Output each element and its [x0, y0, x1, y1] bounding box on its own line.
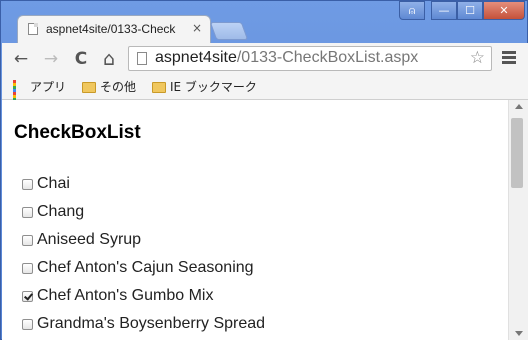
- checkbox-item[interactable]: Chai: [22, 170, 265, 198]
- checkbox-item[interactable]: Aniseed Syrup: [22, 226, 265, 254]
- scroll-thumb[interactable]: [511, 118, 523, 188]
- toolbar: ← → C ⌂ aspnet4site/0133-CheckBoxList.as…: [2, 43, 528, 75]
- apps-icon: [13, 80, 26, 107]
- menu-icon[interactable]: [498, 49, 520, 69]
- checkbox-item[interactable]: Grandma's Boysenberry Spread: [22, 310, 265, 338]
- bookmark-apps[interactable]: アプリ: [13, 78, 67, 107]
- page-title: CheckBoxList: [14, 122, 141, 143]
- checkbox[interactable]: [22, 234, 33, 246]
- url-host: aspnet4site: [155, 49, 237, 66]
- bookmark-label: アプリ: [30, 80, 67, 94]
- bookmark-folder-other[interactable]: その他: [82, 78, 136, 95]
- page-content: CheckBoxList Chai Chang Aniseed Syrup Chef …: [2, 100, 508, 340]
- bookmark-label: IE ブックマーク: [170, 80, 257, 94]
- bookmark-label: その他: [100, 80, 137, 94]
- forward-icon[interactable]: →: [40, 48, 62, 70]
- close-window-button[interactable]: ✕: [483, 1, 525, 20]
- new-tab-button[interactable]: [209, 22, 249, 40]
- checkbox-label[interactable]: Grandma's Boysenberry Spread: [37, 315, 265, 333]
- checkbox[interactable]: [22, 262, 33, 274]
- tab-close-icon[interactable]: ×: [192, 21, 202, 35]
- checkbox-label[interactable]: Chef Anton's Cajun Seasoning: [37, 259, 254, 277]
- checkbox-item[interactable]: Chang: [22, 198, 265, 226]
- scroll-down-icon[interactable]: [515, 331, 523, 336]
- checkbox[interactable]: [22, 206, 33, 218]
- checkbox[interactable]: [22, 318, 33, 330]
- checkbox-label[interactable]: Aniseed Syrup: [37, 231, 141, 249]
- tab-title: aspnet4site/0133-Check: [46, 22, 176, 36]
- minimize-button[interactable]: —: [431, 1, 457, 20]
- checkbox-label[interactable]: Chang: [37, 203, 84, 221]
- page-icon: [137, 52, 147, 65]
- vertical-scrollbar[interactable]: [508, 100, 528, 340]
- bookmarks-bar: アプリ その他 IE ブックマーク: [2, 75, 528, 107]
- bookmark-folder-ie[interactable]: IE ブックマーク: [152, 78, 257, 95]
- checkbox[interactable]: [22, 290, 33, 302]
- checkbox-label[interactable]: Chai: [37, 175, 70, 193]
- checkbox[interactable]: [22, 178, 33, 190]
- browser-window: aspnet4site/0133-Check × ⍝ — ☐ ✕ ← → C ⌂…: [0, 0, 528, 340]
- address-bar[interactable]: aspnet4site/0133-CheckBoxList.aspx ☆: [128, 46, 492, 71]
- url-path: /0133-CheckBoxList.aspx: [236, 49, 419, 66]
- folder-icon: [82, 82, 96, 93]
- scroll-up-icon[interactable]: [515, 104, 523, 109]
- user-icon[interactable]: ⍝: [399, 1, 425, 20]
- checkbox-item[interactable]: Chef Anton's Cajun Seasoning: [22, 254, 265, 282]
- checkbox-label[interactable]: Chef Anton's Gumbo Mix: [37, 287, 213, 305]
- back-icon[interactable]: ←: [10, 48, 32, 70]
- page-icon: [28, 23, 38, 35]
- maximize-button[interactable]: ☐: [457, 1, 483, 20]
- tab-active[interactable]: aspnet4site/0133-Check ×: [17, 15, 211, 43]
- home-icon[interactable]: ⌂: [98, 48, 120, 70]
- checkbox-item[interactable]: Chef Anton's Gumbo Mix: [22, 282, 265, 310]
- checkbox-list: Chai Chang Aniseed Syrup Chef Anton's Cajun…: [22, 170, 265, 338]
- folder-icon: [152, 82, 166, 93]
- reload-icon[interactable]: C: [70, 48, 92, 70]
- url-text: aspnet4site/0133-CheckBoxList.aspx: [155, 49, 418, 67]
- bookmark-star-icon[interactable]: ☆: [470, 48, 485, 68]
